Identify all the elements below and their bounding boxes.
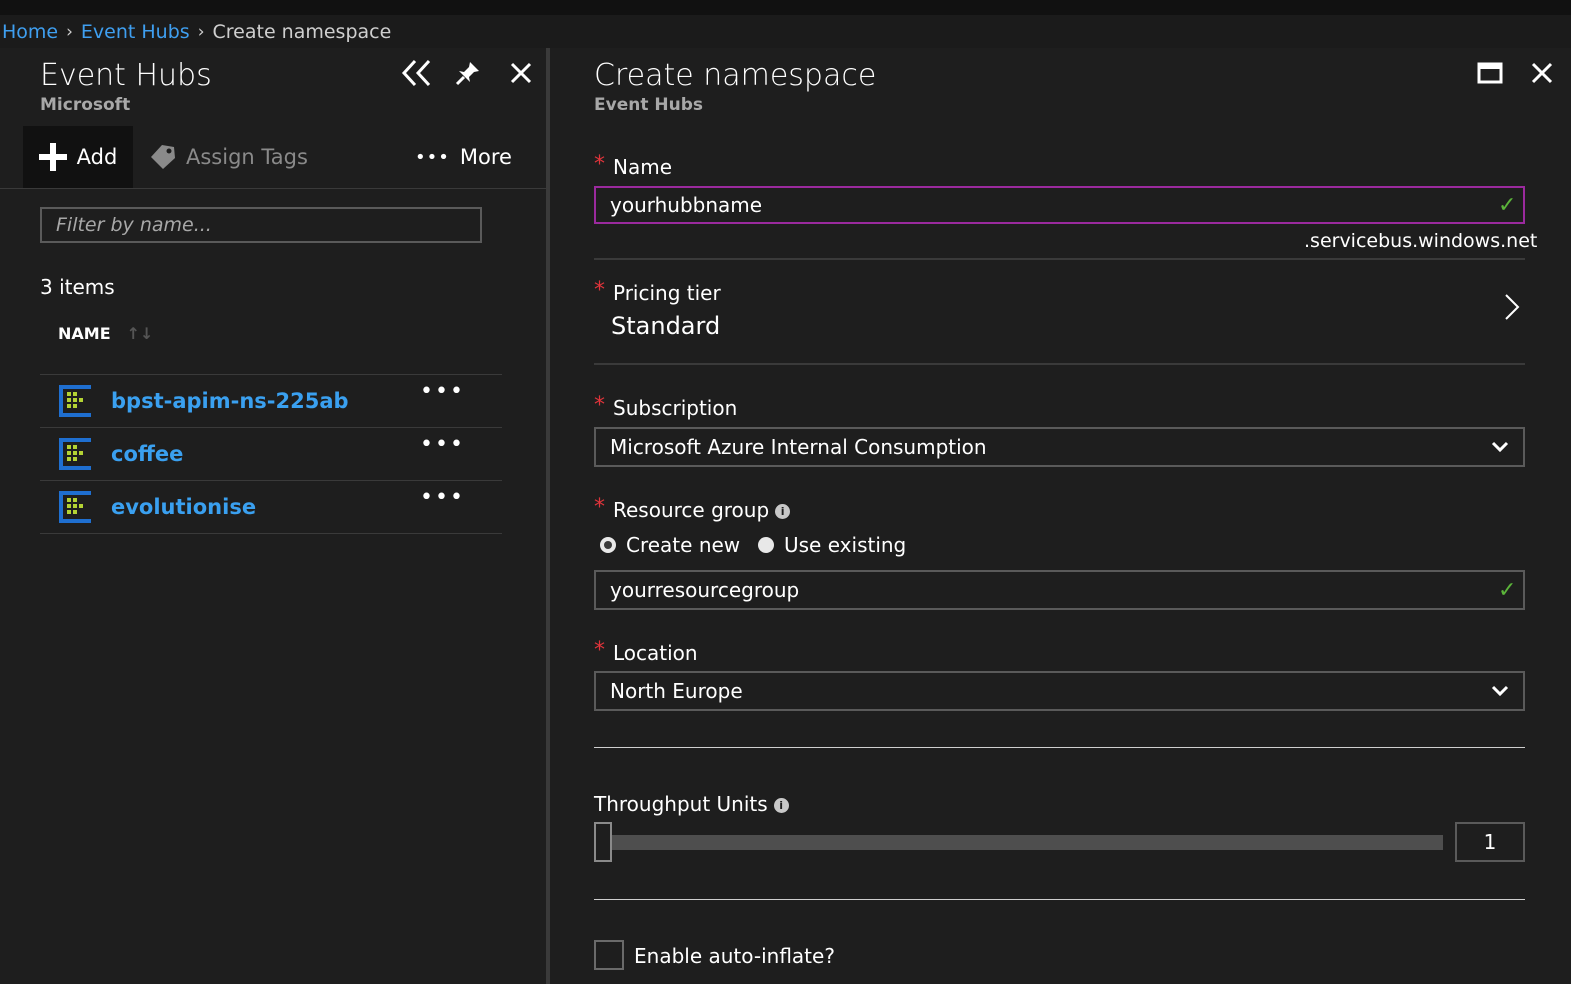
event-hub-icon (59, 491, 91, 523)
list-item[interactable]: bpst-apim-ns-225ab ••• (40, 374, 502, 427)
list-item[interactable]: coffee ••• (40, 427, 502, 480)
event-hub-icon (59, 385, 91, 417)
breadcrumb-separator: › (66, 22, 73, 42)
pricing-tier-value[interactable]: Standard (611, 312, 720, 340)
assign-tags-label: Assign Tags (186, 145, 308, 169)
chevron-right-icon (1505, 294, 1520, 320)
throughput-slider-handle[interactable] (594, 822, 612, 862)
add-button-label: Add (76, 145, 118, 169)
blade-toolbar: Add Assign Tags ••• More (0, 126, 546, 189)
required-marker: * (594, 278, 605, 303)
name-label: Name (613, 155, 673, 179)
create-new-radio[interactable]: Create new (600, 533, 740, 557)
divider (594, 899, 1525, 900)
row-more-button[interactable]: ••• (420, 432, 465, 457)
event-hub-icon (59, 438, 91, 470)
namespace-list: bpst-apim-ns-225ab ••• coffee ••• evolut… (40, 374, 502, 534)
blade-title: Create namespace (594, 58, 877, 93)
namespace-name-link[interactable]: bpst-apim-ns-225ab (111, 389, 349, 413)
double-chevron-left-icon (401, 59, 431, 87)
close-icon (1531, 62, 1553, 84)
plus-icon (38, 143, 67, 171)
chevron-down-icon (1491, 685, 1509, 697)
more-dots-icon: ••• (415, 146, 450, 168)
resource-group-label: Resource group i (613, 498, 791, 522)
subscription-value: Microsoft Azure Internal Consumption (610, 435, 987, 459)
required-marker: * (594, 393, 605, 418)
divider (594, 258, 1525, 260)
location-value: North Europe (610, 679, 743, 703)
close-blade-button[interactable] (504, 56, 538, 90)
throughput-slider-track[interactable] (611, 835, 1443, 850)
subscription-label: Subscription (613, 396, 738, 420)
assign-tags-button[interactable]: Assign Tags (150, 126, 308, 188)
enable-auto-inflate-checkbox[interactable] (594, 940, 624, 970)
add-button[interactable]: Add (23, 126, 133, 188)
pin-blade-button[interactable] (451, 56, 485, 90)
sort-icon[interactable]: ↑↓ (127, 324, 154, 343)
blade-title: Event Hubs (40, 58, 212, 93)
breadcrumb-event-hubs-link[interactable]: Event Hubs (81, 21, 190, 43)
required-marker: * (594, 495, 605, 520)
tag-icon (151, 145, 175, 169)
create-new-label: Create new (626, 533, 741, 557)
name-column-header[interactable]: NAME ↑↓ (58, 324, 153, 343)
breadcrumb-home-link[interactable]: Home (2, 21, 58, 43)
list-item[interactable]: evolutionise ••• (40, 480, 502, 534)
enable-auto-inflate-label: Enable auto-inflate? (634, 944, 835, 968)
maximize-icon (1477, 62, 1503, 84)
top-bar (0, 0, 1571, 15)
breadcrumb-separator: › (197, 22, 205, 42)
required-marker: * (594, 638, 605, 663)
domain-suffix: .servicebus.windows.net (1304, 230, 1538, 252)
close-icon (510, 62, 532, 84)
breadcrumb-current: Create namespace (212, 21, 392, 43)
divider (594, 363, 1525, 365)
throughput-units-value-input[interactable]: 1 (1455, 822, 1525, 862)
namespace-name-link[interactable]: evolutionise (111, 495, 256, 519)
info-icon[interactable]: i (773, 798, 789, 813)
throughput-units-label: Throughput Units i (594, 792, 789, 816)
resource-group-input[interactable] (594, 570, 1525, 610)
resource-group-label-text: Resource group (613, 498, 770, 522)
location-label: Location (613, 641, 698, 665)
pin-icon (455, 62, 479, 86)
row-more-button[interactable]: ••• (420, 485, 465, 510)
chevron-down-icon (1491, 441, 1509, 453)
row-more-button[interactable]: ••• (420, 379, 465, 404)
namespace-name-input[interactable] (594, 186, 1525, 224)
breadcrumb: Home › Event Hubs › Create namespace (2, 17, 391, 47)
use-existing-radio[interactable]: Use existing (758, 533, 906, 557)
more-button[interactable]: ••• More (415, 126, 512, 188)
close-blade-button[interactable] (1525, 56, 1559, 90)
use-existing-label: Use existing (784, 533, 907, 557)
items-count: 3 items (40, 275, 115, 299)
maximize-blade-button[interactable] (1473, 56, 1507, 90)
more-label: More (459, 145, 512, 169)
divider (594, 747, 1525, 748)
collapse-blade-button[interactable] (400, 56, 434, 90)
throughput-units-label-text: Throughput Units (594, 792, 768, 816)
location-select[interactable]: North Europe (594, 671, 1525, 711)
blade-subtitle: Microsoft (40, 95, 131, 115)
pricing-tier-label: Pricing tier (613, 281, 721, 305)
valid-check-icon: ✓ (1498, 193, 1517, 218)
blade-subtitle: Event Hubs (594, 95, 703, 115)
radio-selected-icon (600, 537, 616, 553)
column-header-label: NAME (58, 324, 111, 343)
pricing-tier-open-button[interactable] (1495, 290, 1529, 324)
required-marker: * (594, 152, 605, 177)
info-icon[interactable]: i (775, 504, 791, 519)
valid-check-icon: ✓ (1498, 578, 1517, 603)
radio-unselected-icon (758, 537, 774, 553)
event-hubs-blade: Event Hubs Microsoft Add Assign Tags •••… (0, 48, 546, 984)
subscription-select[interactable]: Microsoft Azure Internal Consumption (594, 427, 1525, 467)
namespace-name-link[interactable]: coffee (111, 442, 183, 466)
filter-by-name-input[interactable] (40, 207, 482, 243)
